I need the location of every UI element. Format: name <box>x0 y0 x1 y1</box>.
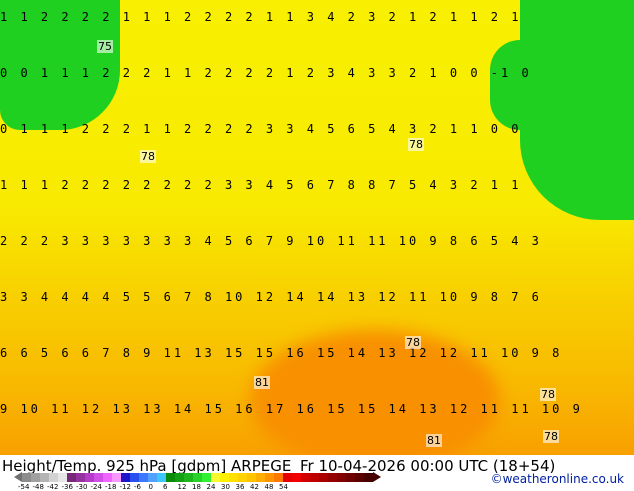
grid-value-row: 3 3 4 4 4 4 5 5 6 7 8 10 12 14 14 13 12 … <box>0 290 542 304</box>
legend-swatch <box>310 472 319 482</box>
legend-swatch <box>85 472 94 482</box>
legend-swatch <box>364 472 373 482</box>
legend-swatch <box>49 472 58 482</box>
legend-arrow-left <box>14 472 22 482</box>
legend-swatch <box>292 472 301 482</box>
contour-label: 78 <box>540 388 556 401</box>
weather-map: 1 1 2 2 2 2 1 1 1 2 2 2 2 1 1 3 4 2 3 2 … <box>0 0 634 455</box>
grid-value-row: 1 1 1 2 2 2 2 2 2 2 2 3 3 4 5 6 7 8 8 7 … <box>0 178 522 192</box>
legend-swatch <box>157 472 166 482</box>
footer: Height/Temp. 925 hPa [gdpm] ARPEGE Fr 10… <box>0 455 634 491</box>
grid-value-row: 2 2 2 3 3 3 3 3 3 3 4 5 6 7 9 10 11 11 1… <box>0 234 542 248</box>
legend-swatch <box>22 472 31 482</box>
legend-swatch <box>148 472 157 482</box>
contour-label: 78 <box>543 430 559 443</box>
contour-label: 78 <box>140 150 156 163</box>
grid-value-row: 9 10 11 12 13 13 14 15 16 17 16 15 15 14… <box>0 402 583 416</box>
legend-swatch <box>238 472 247 482</box>
legend-swatch <box>184 472 193 482</box>
legend-swatch <box>121 472 130 482</box>
legend-swatch <box>256 472 265 482</box>
grid-value-row: 0 0 1 1 1 2 2 2 1 1 2 2 2 2 1 2 3 4 3 3 … <box>0 66 532 80</box>
legend-swatch <box>229 472 238 482</box>
contour-label: 78 <box>408 138 424 151</box>
legend-swatch <box>247 472 256 482</box>
legend-arrow-right <box>373 472 381 482</box>
legend-swatch <box>112 472 121 482</box>
legend-swatch <box>166 472 175 482</box>
contour-label: 81 <box>254 376 270 389</box>
legend-swatch <box>337 472 346 482</box>
legend-swatch <box>103 472 112 482</box>
grid-value-row: 1 1 2 2 2 2 1 1 1 2 2 2 2 1 1 3 4 2 3 2 … <box>0 10 522 24</box>
legend-swatch <box>346 472 355 482</box>
legend-swatch <box>67 472 76 482</box>
grid-value-row: 0 1 1 1 2 2 2 1 1 2 2 2 2 3 3 4 5 6 5 4 … <box>0 122 522 136</box>
legend-swatch <box>175 472 184 482</box>
cool-region-north <box>490 40 550 130</box>
legend-swatch <box>274 472 283 482</box>
contour-label: 78 <box>405 336 421 349</box>
contour-label: 75 <box>97 40 113 53</box>
legend-swatch <box>319 472 328 482</box>
legend-swatch <box>58 472 67 482</box>
legend-swatch <box>328 472 337 482</box>
legend-swatch <box>301 472 310 482</box>
legend-swatch <box>202 472 211 482</box>
legend-swatch <box>283 472 292 482</box>
legend-swatch <box>220 472 229 482</box>
grid-value-row: 6 6 5 6 6 7 8 9 11 13 15 15 16 15 14 13 … <box>0 346 563 360</box>
contour-label: 81 <box>426 434 442 447</box>
legend-swatch <box>31 472 40 482</box>
credit-link[interactable]: ©weatheronline.co.uk <box>491 472 624 486</box>
legend-swatch <box>265 472 274 482</box>
color-legend <box>14 472 381 482</box>
legend-swatch <box>94 472 103 482</box>
legend-swatch <box>76 472 85 482</box>
legend-swatch <box>211 472 220 482</box>
legend-swatch <box>139 472 148 482</box>
legend-swatch <box>193 472 202 482</box>
legend-swatch <box>40 472 49 482</box>
legend-swatch <box>130 472 139 482</box>
legend-swatch <box>355 472 364 482</box>
